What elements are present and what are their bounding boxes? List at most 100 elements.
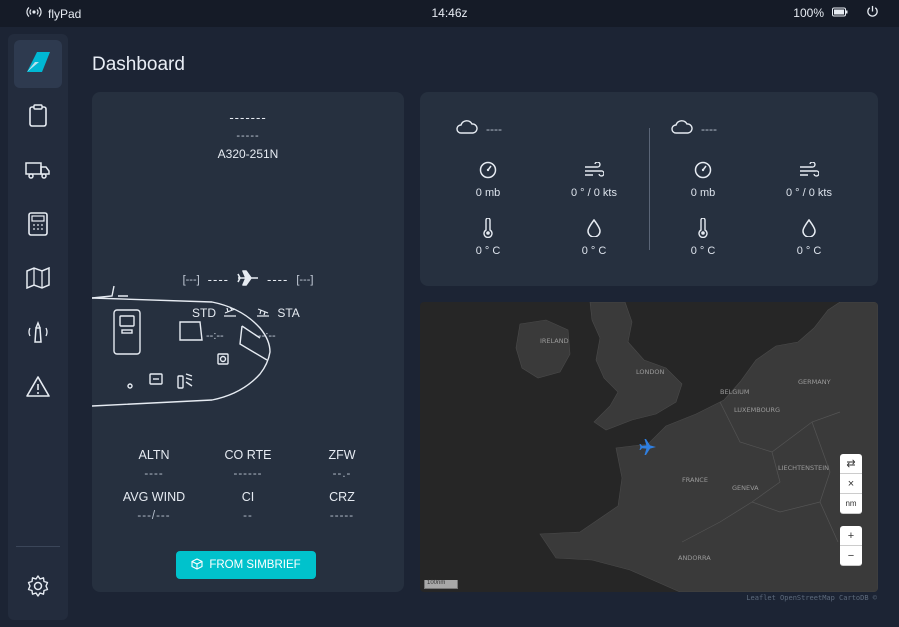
map-label-london: LONDON [636, 368, 664, 376]
wind-icon [544, 158, 644, 182]
weather-wind: 0 ° / 0 kts [759, 158, 859, 199]
temperature-value: 0 ° C [690, 245, 716, 257]
destination-code: [---] [296, 273, 314, 286]
info-value: ---- [144, 468, 164, 480]
map-label-france: FRANCE [682, 476, 708, 484]
clipboard-icon [27, 103, 49, 133]
tower-icon [25, 320, 51, 349]
flight-sub-number: ----- [236, 130, 260, 142]
map-close-button[interactable]: × [840, 474, 862, 494]
info-value: -- [243, 510, 253, 522]
zoom-in-button[interactable]: + [840, 526, 862, 546]
aircraft-type: A320-251N [217, 147, 279, 161]
pressure-value: 0 mb [475, 187, 501, 199]
flight-number: ------- [229, 110, 267, 125]
map-attribution[interactable]: Leaflet OpenStreetMap CartoDB © [746, 594, 877, 602]
clock: 14:46z [431, 6, 468, 20]
droplet-icon [759, 216, 859, 240]
info-zfw: ZFW --.- [290, 448, 394, 480]
droplet-icon [544, 216, 644, 240]
dewpoint-value: 0 ° C [581, 245, 607, 257]
map-icon [26, 266, 50, 294]
map-label-luxembourg: LUXEMBOURG [734, 406, 780, 414]
weather-dewpoint: 0 ° C [759, 216, 859, 257]
weather-pressure: 0 mb [438, 158, 538, 199]
temperature-value: 0 ° C [475, 245, 501, 257]
info-co-rte: CO RTE ------ [196, 448, 300, 480]
map-label-geneva: GENEVA [732, 484, 759, 492]
sidebar [8, 34, 68, 620]
pressure-value: 0 mb [690, 187, 716, 199]
map-unit-button[interactable]: nm [840, 494, 862, 514]
warning-icon [26, 375, 50, 402]
info-label: CO RTE [224, 448, 272, 462]
cloud-icon [671, 120, 693, 137]
map-label-germany: GERMANY [798, 378, 831, 386]
cloud-icon [456, 120, 478, 137]
weather-temperature: 0 ° C [653, 216, 753, 257]
sidebar-item-navigation[interactable] [14, 256, 62, 304]
page-title: Dashboard [92, 54, 185, 75]
info-label: ZFW [328, 448, 356, 462]
info-label: CRZ [329, 490, 355, 504]
thermometer-icon [438, 216, 538, 240]
map-label-ireland: IRELAND [540, 337, 569, 345]
map-swap-button[interactable]: ⇄ [840, 454, 862, 474]
wind-value: 0 ° / 0 kts [786, 187, 832, 199]
weather-dewpoint: 0 ° C [544, 216, 644, 257]
weather-pressure: 0 mb [653, 158, 753, 199]
simbrief-button-label: FROM SIMBRIEF [209, 559, 301, 571]
sidebar-item-performance[interactable] [14, 202, 62, 250]
flight-card: ------- ----- A320-251N [---] ---- ---- … [92, 92, 404, 592]
zoom-out-button[interactable]: − [840, 546, 862, 566]
sidebar-item-dispatch[interactable] [14, 94, 62, 142]
info-ci: CI -- [196, 490, 300, 522]
info-value: ------ [233, 468, 263, 480]
cube-icon [191, 557, 203, 573]
sidebar-divider [16, 546, 60, 547]
info-label: ALTN [138, 448, 170, 462]
wind-icon [759, 158, 859, 182]
station-code: ---- [486, 121, 502, 136]
info-value: --.- [332, 468, 352, 480]
sidebar-item-settings[interactable] [14, 564, 62, 612]
calculator-icon [27, 211, 49, 241]
info-value: ----- [329, 510, 355, 522]
status-bar: flyPad 14:46z 100% [0, 0, 899, 27]
sidebar-item-atc[interactable] [14, 310, 62, 358]
dewpoint-value: 0 ° C [796, 245, 822, 257]
gauge-icon [438, 158, 538, 182]
map-view[interactable]: IRELAND LONDON BELGIUM GERMANY LUXEMBOUR… [420, 302, 878, 592]
truck-icon [25, 160, 51, 185]
weather-temperature: 0 ° C [438, 216, 538, 257]
info-label: CI [241, 490, 255, 504]
flybywire-logo-icon [25, 51, 51, 78]
weather-card: ---- 0 mb 0 ° / 0 kts 0 ° C 0 ° C ---- 0… [420, 92, 878, 286]
wind-value: 0 ° / 0 kts [571, 187, 617, 199]
weather-origin: ---- 0 mb 0 ° / 0 kts 0 ° C 0 ° C [420, 92, 649, 286]
sidebar-item-failures[interactable] [14, 364, 62, 412]
map-land-shapes: IRELAND LONDON BELGIUM GERMANY LUXEMBOUR… [515, 302, 878, 592]
from-simbrief-button[interactable]: FROM SIMBRIEF [176, 551, 316, 579]
info-value: ---/--- [137, 510, 171, 522]
map-label-liechtenstein: LIECHTENSTEIN [778, 464, 829, 472]
sidebar-item-ground[interactable] [14, 148, 62, 196]
sidebar-item-home[interactable] [14, 40, 62, 88]
gauge-icon [653, 158, 753, 182]
weather-header: ---- [456, 120, 502, 137]
info-label: AVG WIND [122, 490, 186, 504]
weather-destination: ---- 0 mb 0 ° / 0 kts 0 ° C 0 ° C [649, 92, 878, 286]
map-label-belgium: BELGIUM [720, 388, 750, 396]
battery-percent: 100% [793, 6, 824, 20]
battery-icon [832, 6, 848, 20]
info-crz: CRZ ----- [290, 490, 394, 522]
map-controls: ⇄ × nm + − [840, 454, 862, 566]
weather-header: ---- [671, 120, 717, 137]
map-label-andorra: ANDORRA [678, 554, 711, 562]
power-icon[interactable] [866, 5, 879, 21]
station-code: ---- [701, 121, 717, 136]
info-avg-wind: AVG WIND ---/--- [102, 490, 206, 522]
info-altn: ALTN ---- [102, 448, 206, 480]
aircraft-outline-illustration [92, 285, 271, 407]
weather-wind: 0 ° / 0 kts [544, 158, 644, 199]
